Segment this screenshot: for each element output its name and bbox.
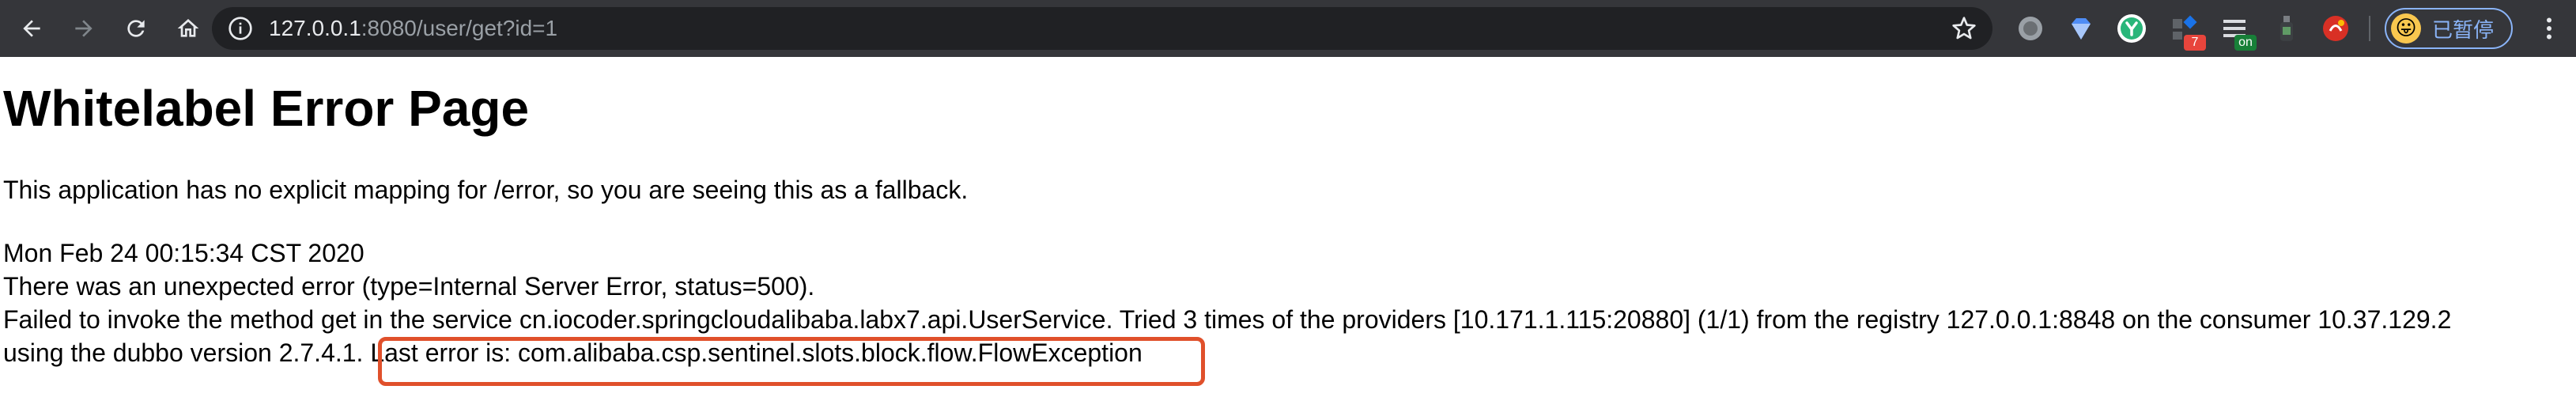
error-summary: There was an unexpected error (type=Inte… (3, 272, 815, 301)
extension-badge: on (2234, 35, 2257, 51)
url-host: 127.0.0.1 (269, 16, 361, 40)
back-arrow-icon (23, 20, 40, 37)
avatar: 😛 (2391, 13, 2421, 43)
fallback-message: This application has no explicit mapping… (3, 176, 969, 204)
error-detail-line-1: Failed to invoke the method get in the s… (3, 305, 2452, 334)
yapi-icon[interactable] (2116, 13, 2147, 44)
red-extension-icon[interactable] (2320, 13, 2351, 44)
profile-button[interactable]: 😛 已暂停 (2385, 8, 2513, 49)
address-bar[interactable]: 127.0.0.1:8080/user/get?id=1 (212, 7, 1992, 50)
error-timestamp: Mon Feb 24 00:15:34 CST 2020 (3, 239, 364, 267)
forward-arrow-icon (75, 20, 93, 37)
puzzle-icon[interactable]: 7 (2168, 13, 2206, 51)
reload-icon (127, 20, 145, 37)
info-icon[interactable] (228, 16, 253, 41)
error-detail-prefix: using the dubbo version 2.7.4.1. (3, 338, 364, 367)
home-icon (177, 19, 199, 37)
url-path: :8080/user/get?id=1 (361, 16, 558, 40)
highlight-annotation-box (378, 337, 1205, 386)
url-text[interactable]: 127.0.0.1:8080/user/get?id=1 (269, 16, 557, 41)
toolbar-divider (2369, 16, 2370, 41)
extension-badge: 7 (2184, 35, 2206, 51)
home-button[interactable] (168, 8, 209, 49)
bookmark-star-icon[interactable] (1951, 16, 1977, 41)
reload-button[interactable] (115, 8, 157, 49)
gray-circle-icon[interactable] (2015, 13, 2046, 44)
forward-button[interactable] (63, 8, 104, 49)
page-title: Whitelabel Error Page (3, 80, 530, 137)
diamond-icon[interactable] (2065, 13, 2097, 44)
back-button[interactable] (11, 8, 52, 49)
more-options-icon[interactable] (2535, 14, 2563, 43)
bottle-icon[interactable] (2271, 13, 2302, 44)
profile-status-label: 已暂停 (2432, 18, 2495, 43)
list-icon[interactable]: on (2219, 13, 2257, 51)
